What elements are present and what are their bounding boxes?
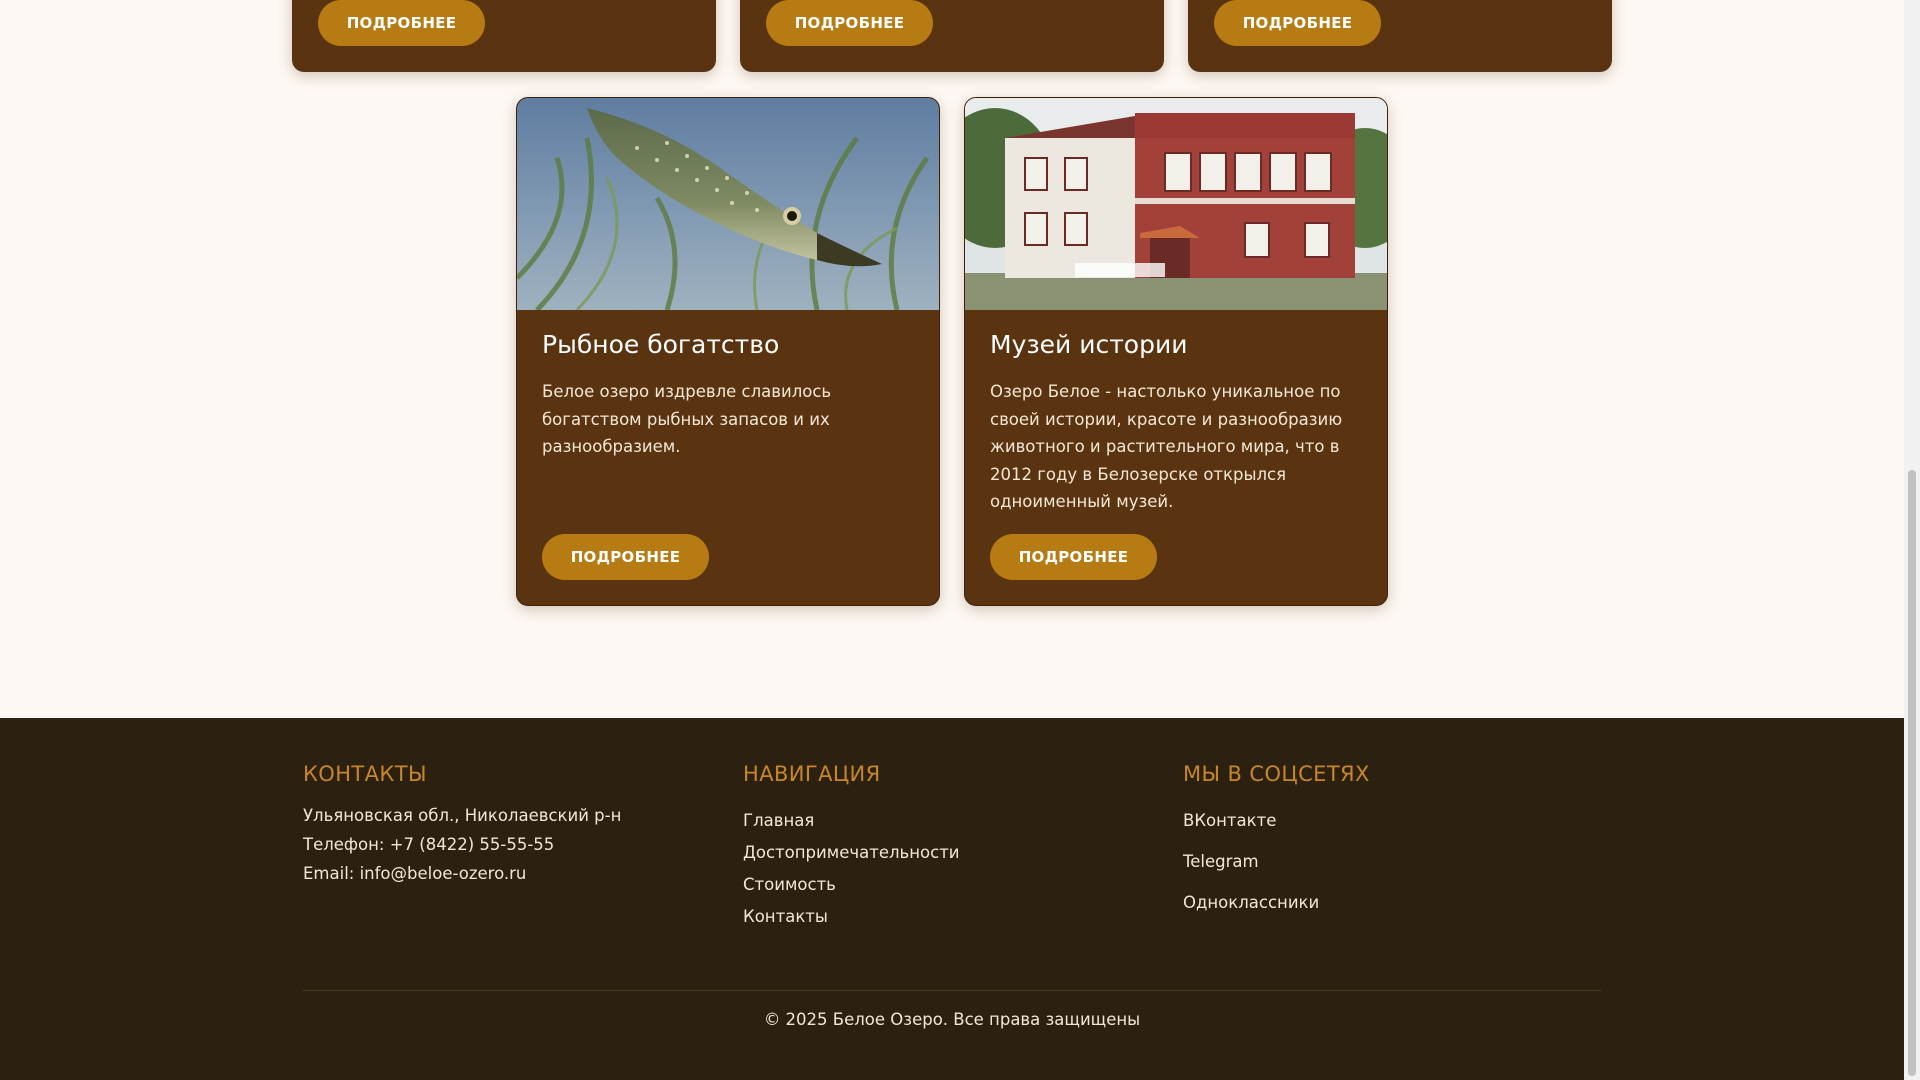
attraction-card: ПОДРОБНЕЕ	[1188, 0, 1612, 72]
attraction-card: ПОДРОБНЕЕ	[740, 0, 1164, 72]
card-title: Рыбное богатство	[542, 330, 780, 359]
footer-social: МЫ В СОЦСЕТЯХ ВКонтакте Telegram Однокла…	[1183, 762, 1370, 912]
card-description: Белое озеро издревле славилось богатство…	[542, 382, 832, 456]
footer: КОНТАКТЫ Ульяновская обл., Николаевский …	[0, 718, 1904, 1080]
contact-address: Ульяновская обл., Николаевский р-н	[303, 806, 622, 825]
more-button[interactable]: ПОДРОБНЕЕ	[766, 0, 933, 46]
contact-email: Email: info@beloe-ozero.ru	[303, 864, 527, 883]
scrollbar-thumb[interactable]	[1908, 470, 1916, 1076]
copyright: © 2025 Белое Озеро. Все права защищены	[763, 1010, 1141, 1029]
social-link-ok[interactable]: Одноклассники	[1183, 893, 1370, 912]
more-button[interactable]: ПОДРОБНЕЕ	[318, 0, 485, 46]
attraction-card: ПОДРОБНЕЕ	[292, 0, 716, 72]
card-title: Музей истории	[990, 330, 1188, 359]
attraction-card-fish: Рыбное богатство Белое озеро издревле сл…	[516, 97, 940, 606]
card-description: Озеро Белое - настолько уникальное по св…	[990, 382, 1343, 511]
footer-navigation: НАВИГАЦИЯ Главная Достопримечательности …	[743, 762, 960, 926]
museum-building-photo	[965, 98, 1387, 310]
scrollbar[interactable]	[1904, 0, 1920, 1080]
footer-divider	[303, 990, 1601, 991]
nav-link-attractions[interactable]: Достопримечательности	[743, 843, 960, 862]
nav-link-prices[interactable]: Стоимость	[743, 875, 960, 894]
more-button[interactable]: ПОДРОБНЕЕ	[542, 534, 709, 580]
social-link-vk[interactable]: ВКонтакте	[1183, 811, 1370, 830]
more-button[interactable]: ПОДРОБНЕЕ	[1214, 0, 1381, 46]
nav-link-home[interactable]: Главная	[743, 811, 960, 830]
footer-heading: КОНТАКТЫ	[303, 762, 427, 786]
pike-fish-photo	[517, 98, 939, 310]
nav-link-contacts[interactable]: Контакты	[743, 907, 960, 926]
footer-heading: МЫ В СОЦСЕТЯХ	[1183, 762, 1370, 786]
footer-contacts: КОНТАКТЫ Ульяновская обл., Николаевский …	[303, 762, 621, 883]
footer-heading: НАВИГАЦИЯ	[743, 762, 881, 786]
more-button[interactable]: ПОДРОБНЕЕ	[990, 534, 1157, 580]
contact-phone: Телефон: +7 (8422) 55-55-55	[303, 835, 555, 854]
social-link-telegram[interactable]: Telegram	[1183, 852, 1370, 871]
page: ПОДРОБНЕЕ ПОДРОБНЕЕ ПОДРОБНЕЕ Рыбное бог…	[0, 0, 1904, 1080]
attraction-card-museum: Музей истории Озеро Белое - настолько ун…	[964, 97, 1388, 606]
